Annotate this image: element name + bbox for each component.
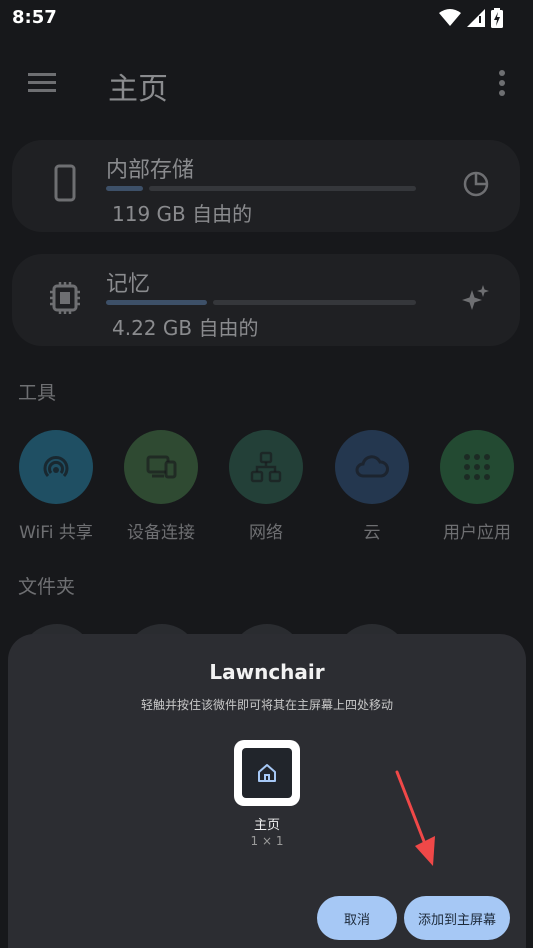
storage-card-subtitle: 119 GB 自由的	[112, 202, 253, 226]
folders-section-label: 文件夹	[18, 576, 76, 598]
storage-usage-bar	[106, 186, 416, 191]
wifi-icon	[439, 9, 461, 26]
widget-name: 主页	[253, 818, 280, 833]
tool-wifi-share[interactable]: WiFi 共享	[16, 430, 96, 543]
cancel-button[interactable]: 取消	[317, 896, 397, 940]
signal-icon	[467, 9, 485, 27]
wifi-share-icon	[43, 456, 69, 478]
devices-icon	[146, 455, 177, 479]
sheet-description: 轻触并按住该微件即可将其在主屏幕上四处移动	[140, 698, 393, 712]
apps-grid-icon	[464, 454, 490, 480]
app-bar: 主页	[0, 40, 533, 126]
tool-label: 网络	[249, 523, 283, 543]
page-title: 主页	[108, 72, 168, 107]
memory-card-subtitle: 4.22 GB 自由的	[112, 316, 259, 340]
cloud-icon	[355, 455, 389, 478]
status-icons	[439, 8, 503, 28]
tool-cloud[interactable]: 云	[332, 430, 412, 543]
tool-network[interactable]: 网络	[226, 430, 306, 543]
memory-card-title: 记忆	[106, 272, 151, 297]
widget-preview[interactable]	[234, 740, 300, 806]
tool-user-apps[interactable]: 用户应用	[437, 430, 517, 543]
memory-card[interactable]: 记忆 4.22 GB 自由的	[12, 254, 520, 346]
tool-label: 用户应用	[443, 523, 511, 543]
tools-section-label: 工具	[18, 382, 57, 404]
sparkle-icon[interactable]	[462, 284, 490, 312]
storage-card-title: 内部存储	[106, 158, 195, 183]
chip-icon	[50, 282, 80, 314]
add-to-home-screen-button[interactable]: 添加到主屏幕	[404, 896, 510, 940]
network-icon	[250, 451, 282, 483]
more-options-icon[interactable]	[499, 70, 505, 96]
widget-bottom-sheet: Lawnchair 轻触并按住该微件即可将其在主屏幕上四处移动 主页 1 × 1…	[8, 634, 526, 948]
battery-icon	[491, 8, 503, 28]
phone-icon	[54, 164, 76, 202]
widget-size: 1 × 1	[250, 834, 284, 848]
sheet-title: Lawnchair	[209, 660, 325, 684]
tool-label: 云	[363, 523, 381, 543]
tool-label: 设备连接	[127, 523, 195, 543]
pie-chart-icon[interactable]	[462, 170, 490, 198]
status-time: 8:57	[12, 7, 57, 28]
tool-label: WiFi 共享	[19, 523, 93, 543]
internal-storage-card[interactable]: 内部存储 119 GB 自由的	[12, 140, 520, 232]
menu-icon[interactable]	[28, 72, 56, 94]
tool-device-connect[interactable]: 设备连接	[121, 430, 201, 543]
home-icon	[258, 764, 276, 782]
status-bar: 8:57	[0, 0, 533, 36]
annotation-arrow-icon	[395, 770, 435, 866]
memory-usage-bar	[106, 300, 416, 305]
